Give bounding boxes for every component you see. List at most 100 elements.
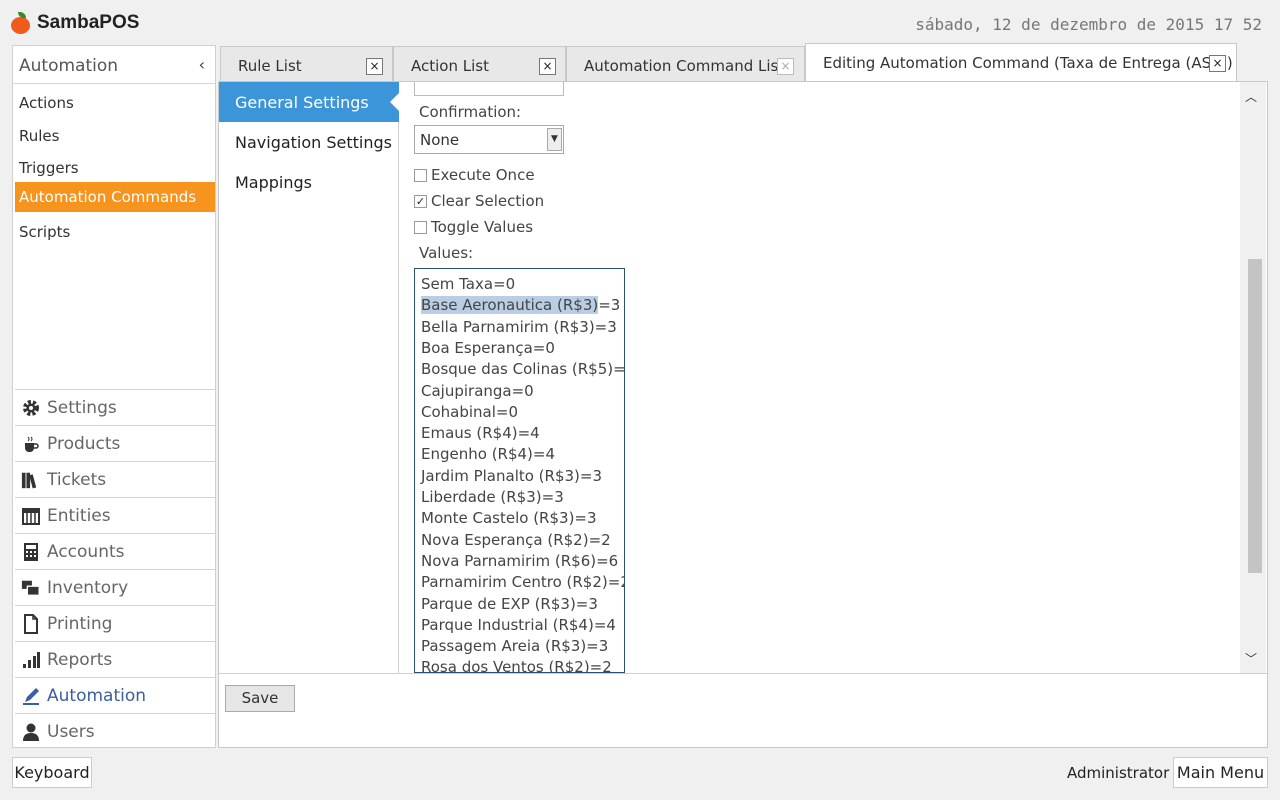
nav-users[interactable]: Users: [15, 713, 215, 749]
tab-editing-automation-command[interactable]: Editing Automation Command (Taxa de Entr…: [805, 43, 1237, 82]
scrollbar-thumb[interactable]: [1248, 259, 1262, 573]
checkmark-icon[interactable]: ✓: [414, 195, 427, 208]
value-line: Engenho (R$4)=4: [421, 445, 556, 464]
sidebar-item-scripts[interactable]: Scripts: [15, 217, 215, 247]
value-line: Passagem Areia (R$3)=3: [421, 637, 609, 656]
value-line: Nova Esperança (R$2)=2: [421, 530, 611, 549]
settings-nav-mappings[interactable]: Mappings: [219, 162, 399, 202]
editor-footer: Save: [219, 673, 1267, 747]
value-line: Base Aeronautica (R$3)=3: [421, 296, 621, 315]
close-icon[interactable]: ×: [366, 58, 383, 75]
nav-label: Printing: [47, 614, 113, 634]
app-logo: SambaPOS: [10, 12, 139, 34]
boxes-icon: [21, 578, 41, 598]
app-title: SambaPOS: [37, 12, 140, 33]
value-line: Bosque das Colinas (R$5)=5: [421, 360, 625, 379]
chevron-up-icon[interactable]: ︿: [1245, 88, 1257, 105]
checkbox-label: Toggle Values: [431, 218, 534, 236]
checkbox-box[interactable]: [414, 221, 427, 234]
value-line: Nova Parnamirim (R$6)=6: [421, 551, 619, 570]
tab-automation-command-list[interactable]: Automation Command List ×: [566, 46, 805, 81]
checkbox-label: Clear Selection: [431, 192, 545, 210]
nav-label: Tickets: [47, 470, 107, 490]
sidebar-item-triggers[interactable]: Triggers: [15, 153, 215, 183]
tab-rule-list[interactable]: Rule List ×: [220, 46, 393, 81]
vertical-scrollbar[interactable]: ︿ ﹀: [1240, 82, 1266, 673]
close-icon[interactable]: ×: [777, 58, 794, 75]
checkbox-box[interactable]: [414, 169, 427, 182]
table-icon: [21, 506, 41, 526]
values-textarea[interactable]: Sem Taxa=0 Base Aeronautica (R$3)=3 Bella …: [414, 268, 625, 673]
tab-label: Automation Command List: [584, 57, 785, 75]
sidebar-item-actions[interactable]: Actions: [15, 88, 215, 118]
values-label: Values:: [419, 244, 474, 262]
value-line: Monte Castelo (R$3)=3: [421, 509, 597, 528]
confirmation-select[interactable]: None ▼: [414, 125, 564, 154]
settings-nav-general[interactable]: General Settings: [219, 82, 400, 122]
file-icon: [21, 614, 41, 634]
confirmation-label: Confirmation:: [419, 103, 522, 121]
calculator-icon: [21, 542, 41, 562]
collapse-icon[interactable]: ‹: [199, 55, 205, 74]
sidebar-item-rules[interactable]: Rules: [15, 121, 215, 151]
nav-inventory[interactable]: Inventory: [15, 569, 215, 605]
selection-arrow-icon: [390, 92, 400, 112]
value-line: Jardim Planalto (R$3)=3: [421, 466, 603, 485]
nav-label: Entities: [47, 506, 111, 526]
sidebar-item-automation-commands[interactable]: Automation Commands: [15, 182, 215, 212]
nav-label: Products: [47, 434, 121, 454]
books-icon: [21, 470, 41, 490]
main-panel: Rule List × Action List × Automation Com…: [218, 43, 1268, 748]
datetime-display: sábado, 12 de dezembro de 2015 17 52: [915, 15, 1262, 34]
value-line: Sem Taxa=0: [421, 275, 516, 293]
nav-settings[interactable]: Settings: [15, 389, 215, 425]
nav-printing[interactable]: Printing: [15, 605, 215, 641]
left-sidebar: Automation ‹ Actions Rules Triggers Auto…: [12, 45, 216, 748]
user-icon: [21, 722, 41, 742]
chevron-down-icon[interactable]: ▼: [547, 128, 562, 151]
nav-reports[interactable]: Reports: [15, 641, 215, 677]
nav-label: Automation: [47, 686, 147, 706]
selected-text: Base Aeronautica (R$3): [421, 296, 599, 315]
settings-nav-navigation[interactable]: Navigation Settings: [219, 122, 399, 162]
main-menu-button[interactable]: Main Menu: [1173, 757, 1268, 788]
checkbox-label: Execute Once: [431, 166, 535, 184]
value-suffix: =3: [598, 296, 621, 315]
value-line: Parnamirim Centro (R$2)=2: [421, 573, 625, 592]
document-tabs: Rule List × Action List × Automation Com…: [218, 43, 1268, 82]
bar-chart-icon: [21, 650, 41, 670]
sidebar-header: Automation ‹: [13, 46, 215, 84]
nav-label: Settings: [47, 398, 117, 418]
settings-nav-label: General Settings: [235, 93, 369, 112]
value-line: Bella Parnamirim (R$3)=3: [421, 317, 617, 336]
nav-tickets[interactable]: Tickets: [15, 461, 215, 497]
coffee-icon: [21, 434, 41, 454]
nav-label: Inventory: [47, 578, 129, 598]
nav-label: Accounts: [47, 542, 125, 562]
nav-entities[interactable]: Entities: [15, 497, 215, 533]
sidebar-title: Automation: [19, 56, 119, 76]
close-icon[interactable]: ×: [1209, 55, 1226, 72]
value-line: Boa Esperança=0: [421, 338, 555, 357]
value-line: Parque Industrial (R$4)=4: [421, 615, 616, 634]
partial-input-field[interactable]: [414, 82, 564, 96]
main-navigation: Settings Products Tickets Entities Accou…: [15, 389, 215, 749]
value-line: Cohabinal=0: [421, 402, 519, 421]
save-button[interactable]: Save: [225, 685, 295, 712]
nav-accounts[interactable]: Accounts: [15, 533, 215, 569]
settings-navigation: General Settings Navigation Settings Map…: [219, 82, 400, 673]
tab-label: Rule List: [238, 57, 302, 75]
nav-label: Users: [47, 722, 95, 742]
nav-products[interactable]: Products: [15, 425, 215, 461]
close-icon[interactable]: ×: [539, 58, 556, 75]
apple-logo-icon: [10, 12, 32, 34]
chevron-down-icon[interactable]: ﹀: [1245, 650, 1257, 667]
tab-label: Editing Automation Command (Taxa de Entr…: [823, 54, 1233, 72]
keyboard-button[interactable]: Keyboard: [12, 757, 92, 788]
pencil-icon: [21, 686, 41, 706]
nav-label: Reports: [47, 650, 113, 670]
value-line: Parque de EXP (R$3)=3: [421, 594, 598, 613]
nav-automation[interactable]: Automation: [15, 677, 215, 713]
current-user-label: Administrator: [1067, 764, 1170, 782]
tab-action-list[interactable]: Action List ×: [393, 46, 566, 81]
